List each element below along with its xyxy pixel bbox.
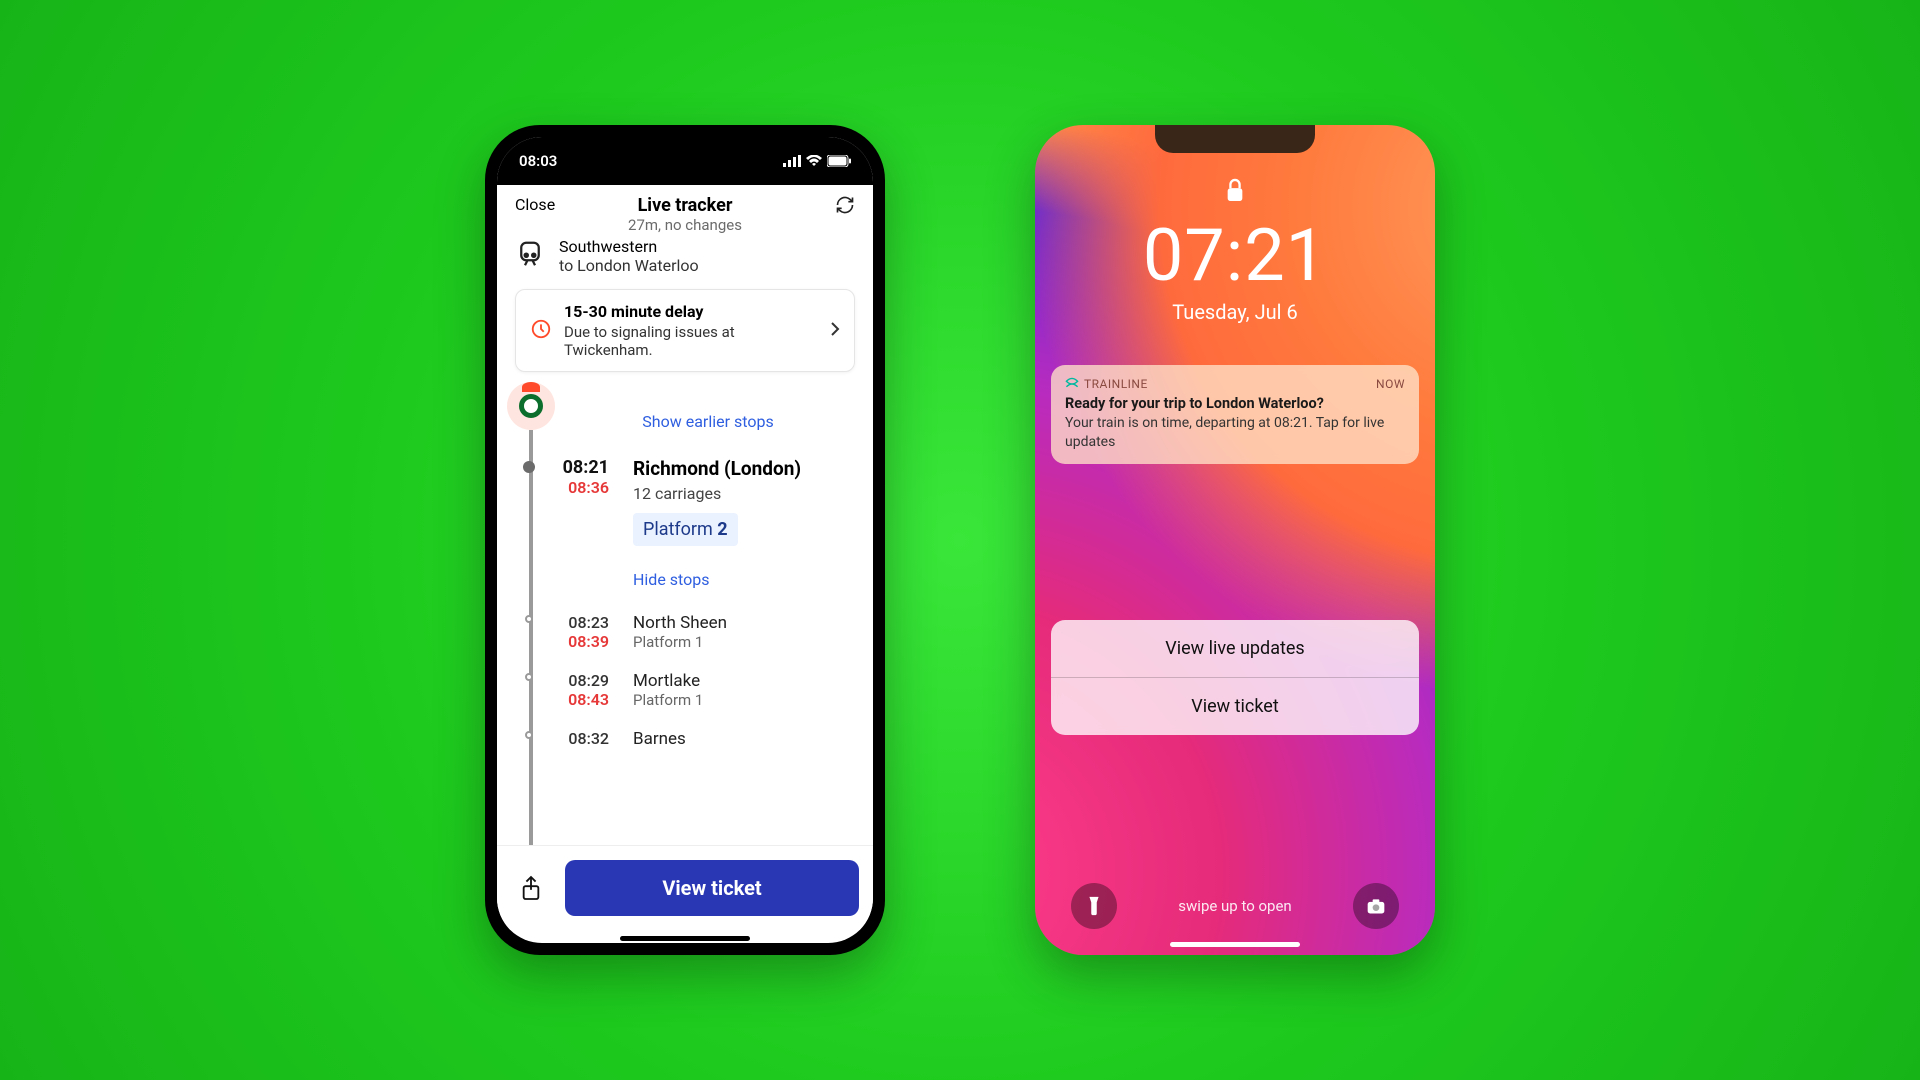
stop-name: North Sheen (633, 613, 727, 633)
notification-actions: View live updates View ticket (1051, 620, 1419, 735)
stop-dot-icon (523, 461, 535, 473)
delay-body: 15-30 minute delay Due to signaling issu… (564, 302, 818, 359)
notification-body: Your train is on time, departing at 08:2… (1065, 414, 1405, 452)
action-view-live-updates[interactable]: View live updates (1051, 620, 1419, 677)
notification-card[interactable]: TRAINLINE now Ready for your trip to Lon… (1051, 365, 1419, 464)
stop-mortlake[interactable]: 08:29 08:43 Mortlake Platform 1 (543, 661, 873, 719)
status-time: 08:03 (519, 152, 557, 170)
scheduled-time: 08:29 (543, 671, 609, 690)
stop-dot-icon (525, 731, 533, 739)
stop-name: Mortlake (633, 671, 703, 691)
destination-label: to London Waterloo (559, 256, 699, 275)
signal-icon (783, 155, 801, 167)
battery-icon (827, 155, 851, 167)
app-header: Close Live tracker 27m, no changes (497, 185, 873, 227)
lockscreen-date: Tuesday, Jul 6 (1172, 300, 1297, 324)
stop-dot-icon (525, 673, 533, 681)
delay-title: 15-30 minute delay (564, 302, 818, 321)
stop-richmond[interactable]: 08:21 08:36 Richmond (London) 12 carriag… (543, 447, 873, 556)
notification-header: TRAINLINE now (1065, 377, 1405, 391)
delay-reason: Due to signaling issues at Twickenham. (564, 323, 818, 359)
flashlight-button[interactable] (1071, 883, 1117, 929)
close-button[interactable]: Close (515, 195, 555, 214)
notch (610, 137, 760, 165)
phone-frame-left: 08:03 Close Live tracker 27m, no changes (485, 125, 885, 955)
carriages-label: 12 carriages (633, 484, 801, 503)
train-operator-row: Southwestern to London Waterloo (497, 227, 873, 283)
timeline: Show earlier stops 08:21 08:36 Richmond … (497, 382, 873, 845)
refresh-button[interactable] (835, 195, 855, 219)
home-indicator[interactable] (620, 936, 750, 941)
notification-brand: TRAINLINE (1065, 377, 1148, 391)
camera-button[interactable] (1353, 883, 1399, 929)
notification-title: Ready for your trip to London Waterloo? (1065, 395, 1405, 412)
swipe-hint: swipe up to open (1178, 897, 1291, 915)
screen-left: 08:03 Close Live tracker 27m, no changes (497, 137, 873, 943)
wifi-icon (806, 155, 822, 167)
page-title: Live tracker (638, 195, 733, 216)
scheduled-time: 08:21 (543, 457, 609, 478)
timeline-line (529, 430, 533, 845)
delayed-time: 08:43 (543, 690, 609, 709)
stop-name: Barnes (633, 729, 686, 749)
show-earlier-stops[interactable]: Show earlier stops (543, 382, 873, 447)
home-indicator[interactable] (1170, 942, 1300, 947)
chevron-right-icon (830, 321, 840, 340)
stop-barnes[interactable]: 08:32 Barnes (543, 719, 873, 759)
notch (1155, 125, 1315, 153)
current-position-marker (515, 390, 547, 422)
stop-dot-icon (525, 615, 533, 623)
trainline-logo-icon (1065, 377, 1079, 391)
train-icon (515, 239, 545, 273)
lock-icon (1224, 177, 1246, 207)
platform-label: Platform 1 (633, 691, 703, 709)
notification-time: now (1376, 377, 1405, 391)
clock-alert-icon (530, 318, 552, 344)
phone-frame-right: 07:21 Tuesday, Jul 6 TRAINLINE now Ready… (1035, 125, 1435, 955)
stop-north-sheen[interactable]: 08:23 08:39 North Sheen Platform 1 (543, 603, 873, 661)
share-button[interactable] (511, 868, 551, 908)
status-icons (783, 155, 851, 167)
delayed-time: 08:36 (543, 478, 609, 497)
view-ticket-button[interactable]: View ticket (565, 860, 859, 916)
scheduled-time: 08:23 (543, 613, 609, 632)
delay-card[interactable]: 15-30 minute delay Due to signaling issu… (515, 289, 855, 372)
delayed-time: 08:39 (543, 632, 609, 651)
stop-name: Richmond (London) (633, 457, 801, 480)
platform-label: Platform 1 (633, 633, 727, 651)
operator-name: Southwestern (559, 237, 699, 256)
lock-screen-header: 07:21 Tuesday, Jul 6 (1035, 177, 1435, 324)
scheduled-time: 08:32 (543, 729, 609, 748)
platform-badge: Platform 2 (633, 513, 738, 546)
lockscreen-bottom-controls: swipe up to open (1035, 883, 1435, 929)
hide-stops-button[interactable]: Hide stops (543, 556, 873, 603)
lockscreen-time: 07:21 (1143, 213, 1327, 298)
bottom-bar: View ticket (497, 845, 873, 930)
action-view-ticket[interactable]: View ticket (1051, 678, 1419, 735)
